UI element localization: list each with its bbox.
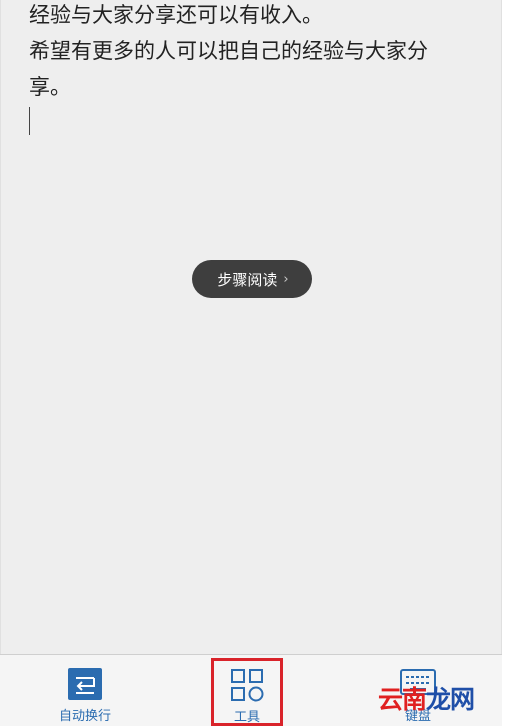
chevron-right-icon: › <box>283 271 289 287</box>
text-editor[interactable]: 经验与大家分享还可以有收入。 希望有更多的人可以把自己的经验与大家分 享。 <box>29 0 484 105</box>
watermark-part-2: 龙网 <box>426 685 475 714</box>
text-line-1: 经验与大家分享还可以有收入。 <box>29 3 323 27</box>
text-line-2: 希望有更多的人可以把自己的经验与大家分 <box>29 39 428 63</box>
step-reading-button[interactable]: 步骤阅读 › <box>192 260 312 298</box>
site-watermark: 云南龙网 <box>378 680 478 720</box>
wrap-text-icon <box>68 667 102 701</box>
tools-button[interactable]: 工具 <box>211 658 283 726</box>
document-area[interactable]: 经验与大家分享还可以有收入。 希望有更多的人可以把自己的经验与大家分 享。 步骤… <box>0 0 502 654</box>
step-reading-label: 步骤阅读 <box>217 270 278 289</box>
tools-grid-icon <box>229 668 265 702</box>
text-caret <box>29 107 30 135</box>
watermark-part-1: 云南 <box>378 685 427 714</box>
auto-wrap-button[interactable]: 自动换行 <box>52 655 118 727</box>
tools-label: 工具 <box>233 710 260 725</box>
text-line-3: 享。 <box>29 75 71 99</box>
auto-wrap-label: 自动换行 <box>58 709 111 724</box>
